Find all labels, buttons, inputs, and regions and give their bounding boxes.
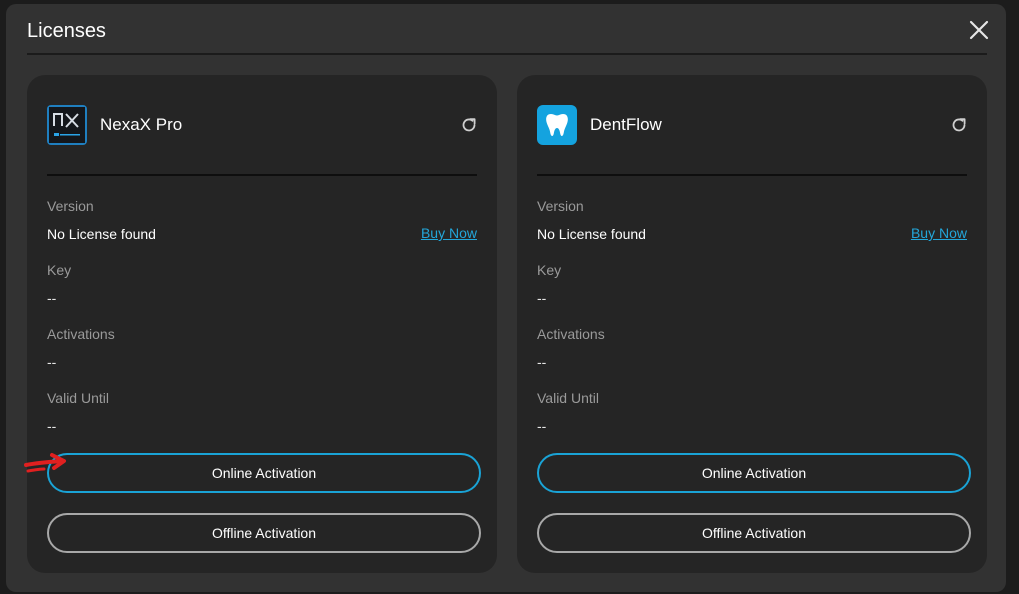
nexax-logo-icon [47, 105, 87, 145]
version-label: Version [537, 198, 584, 214]
buy-now-link[interactable]: Buy Now [421, 225, 477, 241]
tooth-logo-icon [537, 105, 577, 145]
offline-activation-button[interactable]: Offline Activation [537, 513, 971, 553]
valid-until-value: -- [537, 418, 547, 434]
online-activation-button[interactable]: Online Activation [47, 453, 481, 493]
valid-until-label: Valid Until [537, 390, 599, 406]
activations-value: -- [537, 354, 547, 370]
key-value: -- [47, 290, 57, 306]
key-label: Key [537, 262, 562, 278]
product-name: DentFlow [590, 115, 662, 134]
product-name: NexaX Pro [100, 115, 183, 134]
license-card-dentflow: DentFlow Version No License found Buy No… [517, 75, 987, 573]
refresh-icon[interactable] [949, 115, 969, 135]
buy-now-link[interactable]: Buy Now [911, 225, 967, 241]
offline-activation-button[interactable]: Offline Activation [47, 513, 481, 553]
valid-until-label: Valid Until [47, 390, 109, 406]
online-activation-button[interactable]: Online Activation [537, 453, 971, 493]
license-card-nexax-pro: NexaX Pro Version No License found Buy N… [27, 75, 497, 573]
version-label: Version [47, 198, 94, 214]
licenses-dialog: Licenses NexaX Pro Version No License fo… [6, 4, 1006, 592]
close-icon[interactable] [968, 19, 990, 41]
valid-until-value: -- [47, 418, 57, 434]
version-value: No License found [47, 226, 156, 242]
title-divider [27, 53, 987, 55]
card-divider [47, 174, 477, 176]
refresh-icon[interactable] [459, 115, 479, 135]
activations-label: Activations [47, 326, 115, 342]
key-label: Key [47, 262, 72, 278]
card-divider [537, 174, 967, 176]
dialog-title: Licenses [27, 20, 106, 42]
activations-label: Activations [537, 326, 605, 342]
annotation-arrow-icon [22, 451, 70, 481]
version-value: No License found [537, 226, 646, 242]
activations-value: -- [47, 354, 57, 370]
key-value: -- [537, 290, 547, 306]
